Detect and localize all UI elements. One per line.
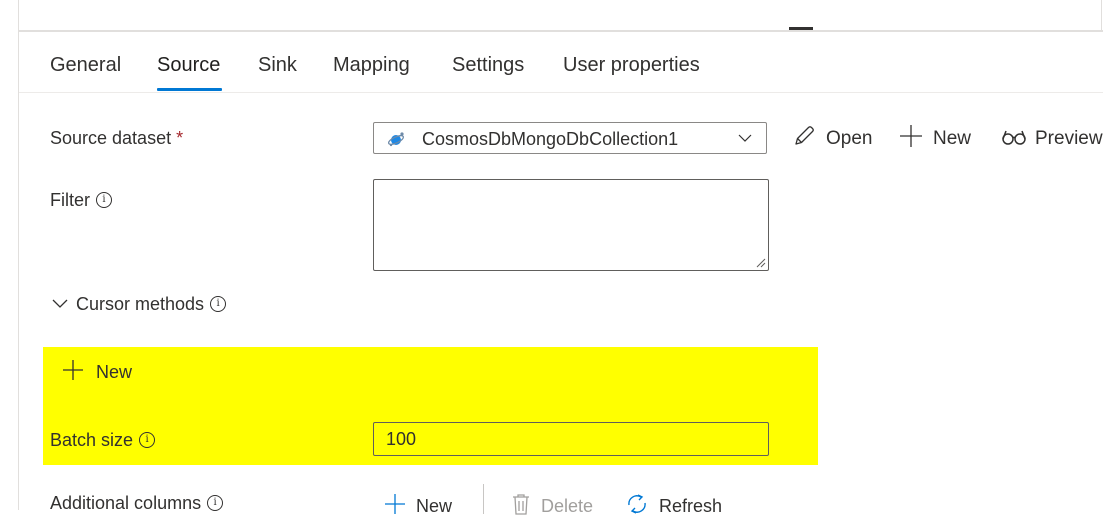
tab-settings[interactable]: Settings [452,54,524,77]
required-marker: * [176,128,184,148]
resize-handle[interactable] [789,27,813,30]
add-column-label: New [416,496,453,516]
filter-label: Filter i [50,190,112,211]
cursor-methods-toggle[interactable]: Cursor methods i [52,294,227,315]
filter-label-text: Filter [50,190,90,210]
chevron-down-icon [738,134,752,142]
open-dataset-button[interactable]: Open [792,124,872,150]
plus-icon [63,360,83,380]
batch-size-label: Batch size i [50,430,156,451]
add-cursor-method-button[interactable]: New [62,359,132,383]
refresh-columns-button[interactable]: Refresh [625,493,722,517]
refresh-icon [628,494,646,514]
batch-size-input[interactable]: 100 [373,422,769,456]
cursor-new-label: New [96,362,133,382]
filter-textarea[interactable] [373,179,769,271]
source-dataset-label: Source dataset * [50,128,183,149]
active-tab-indicator [157,88,222,91]
info-icon[interactable]: i [139,432,156,448]
info-icon[interactable]: i [96,192,112,208]
tab-user-properties[interactable]: User properties [563,54,700,77]
preview-label: Preview [1035,128,1103,149]
additional-columns-label: Additional columns i [50,493,224,514]
chevron-down-icon [52,299,68,308]
plus-icon [385,494,405,514]
info-icon[interactable]: i [207,495,224,511]
open-label: Open [826,128,873,149]
new-label: New [933,128,972,149]
plus-icon [900,125,922,147]
panel-right-border [1101,0,1102,32]
tab-divider [19,92,1103,93]
trash-icon [513,494,529,515]
tab-mapping[interactable]: Mapping [333,54,410,77]
panel-left-border [18,0,19,510]
additional-columns-label-text: Additional columns [50,493,202,513]
delete-column-label: Delete [541,496,594,516]
delete-column-button[interactable]: Delete [511,493,593,517]
add-column-button[interactable]: New [384,493,452,517]
tab-general[interactable]: General [50,54,121,77]
glasses-icon [1002,130,1026,145]
info-icon[interactable]: i [210,296,227,312]
tab-source[interactable]: Source [157,54,220,77]
source-dataset-label-text: Source dataset [50,128,172,148]
new-dataset-button[interactable]: New [899,124,971,150]
panel-top-divider [19,30,1103,32]
preview-data-button[interactable]: Preview [1001,124,1103,150]
tab-sink[interactable]: Sink [258,54,297,77]
cosmosdb-icon [388,132,405,147]
cursor-methods-label: Cursor methods [76,294,205,314]
source-dataset-dropdown[interactable]: CosmosDbMongoDbCollection1 [373,122,767,154]
refresh-columns-label: Refresh [659,496,723,516]
pencil-icon [795,126,814,145]
source-dataset-value: CosmosDbMongoDbCollection1 [422,129,679,149]
batch-size-label-text: Batch size [50,430,134,450]
resize-grip-icon[interactable] [756,258,766,268]
